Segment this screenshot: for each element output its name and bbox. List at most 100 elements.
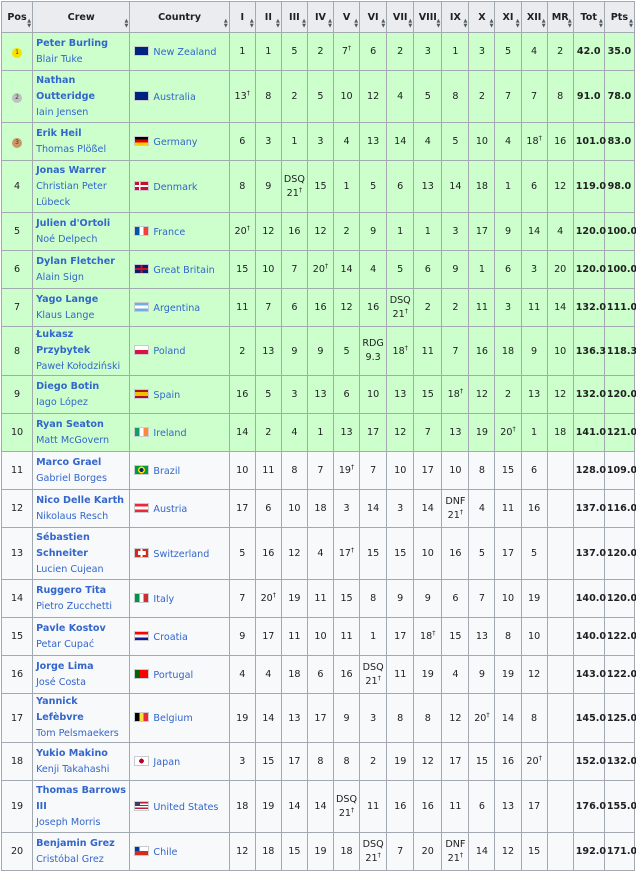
- crew-link[interactable]: Thomas Plößel: [36, 142, 127, 158]
- crew-link[interactable]: Gabriel Borges: [36, 471, 127, 487]
- crew-link[interactable]: Tom Pelsmaekers: [36, 726, 127, 742]
- country-link[interactable]: Spain: [153, 390, 180, 401]
- helmsman-link[interactable]: Łukasz Przybytek: [36, 327, 127, 359]
- helmsman-link[interactable]: Pavle Kostov: [36, 621, 127, 637]
- country-link[interactable]: Japan: [153, 757, 180, 768]
- sort-icon[interactable]: ▲ ▼: [27, 19, 31, 29]
- sort-icon[interactable]: ▲ ▼: [354, 19, 358, 29]
- country-link[interactable]: United States: [153, 802, 218, 813]
- header-race-viii[interactable]: VIII ▲ ▼: [413, 1, 443, 33]
- crew-link[interactable]: José Costa: [36, 675, 127, 691]
- country-link[interactable]: France: [153, 227, 185, 238]
- country-link[interactable]: Great Britain: [153, 265, 214, 276]
- country-link[interactable]: Denmark: [153, 182, 197, 193]
- header-crew[interactable]: Crew ▲ ▼: [32, 1, 131, 33]
- sort-icon[interactable]: ▲ ▼: [250, 19, 254, 29]
- helmsman-link[interactable]: Yago Lange: [36, 292, 127, 308]
- header-race-vi[interactable]: VI ▲ ▼: [359, 1, 388, 33]
- sort-icon[interactable]: ▲ ▼: [516, 19, 520, 29]
- crew-link[interactable]: Matt McGovern: [36, 433, 127, 449]
- total-cell: 140.0: [572, 617, 606, 656]
- header-pts[interactable]: Pts ▲ ▼: [603, 1, 636, 33]
- sort-icon[interactable]: ▲ ▼: [436, 19, 440, 29]
- race-score: 12: [386, 413, 415, 452]
- country-link[interactable]: Argentina: [153, 303, 200, 314]
- helmsman-link[interactable]: Sébastien Schneiter: [36, 530, 127, 562]
- sort-icon[interactable]: ▲ ▼: [125, 19, 129, 29]
- country-link[interactable]: Belgium: [153, 713, 192, 724]
- sort-icon[interactable]: ▲ ▼: [464, 19, 468, 29]
- helmsman-link[interactable]: Nico Delle Karth: [36, 493, 127, 509]
- sort-icon[interactable]: ▲ ▼: [490, 19, 494, 29]
- country-link[interactable]: Chile: [153, 847, 177, 858]
- header-race-i[interactable]: I ▲ ▼: [228, 1, 256, 33]
- country-link[interactable]: New Zealand: [153, 47, 216, 58]
- header-country[interactable]: Country ▲ ▼: [129, 1, 230, 33]
- helmsman-link[interactable]: Yannick Lefèbvre: [36, 694, 127, 726]
- crew-link[interactable]: Pietro Zucchetti: [36, 599, 127, 615]
- helmsman-link[interactable]: Julien d'Ortoli: [36, 216, 127, 232]
- country-link[interactable]: Switzerland: [153, 549, 209, 560]
- header-race-xi[interactable]: XI ▲ ▼: [494, 1, 522, 33]
- sort-icon[interactable]: ▲ ▼: [568, 19, 572, 29]
- country-link[interactable]: Germany: [153, 137, 197, 148]
- race-score: 1: [494, 160, 522, 213]
- sort-icon[interactable]: ▲ ▼: [408, 19, 412, 29]
- header-tot[interactable]: Tot ▲ ▼: [572, 1, 605, 33]
- header-race-ix[interactable]: IX ▲ ▼: [441, 1, 470, 33]
- crew-link[interactable]: Iain Jensen: [36, 105, 127, 121]
- country-link[interactable]: Italy: [153, 594, 174, 605]
- header-race-mr[interactable]: MR ▲ ▼: [546, 1, 574, 33]
- helmsman-link[interactable]: Benjamin Grez: [36, 836, 127, 852]
- sort-icon[interactable]: ▲ ▼: [224, 19, 228, 29]
- helmsman-link[interactable]: Jorge Lima: [36, 659, 127, 675]
- header-race-x[interactable]: X ▲ ▼: [468, 1, 496, 33]
- crew-link[interactable]: Noé Delpech: [36, 232, 127, 248]
- helmsman-link[interactable]: Nathan Outteridge: [36, 73, 127, 105]
- sort-icon[interactable]: ▲ ▼: [276, 19, 280, 29]
- sort-icon[interactable]: ▲ ▼: [629, 19, 633, 29]
- country-link[interactable]: Poland: [153, 346, 185, 357]
- country-link[interactable]: Brazil: [153, 466, 180, 477]
- helmsman-link[interactable]: Yukio Makino: [36, 746, 127, 762]
- country-link[interactable]: Australia: [153, 92, 195, 103]
- crew-link[interactable]: Klaus Lange: [36, 308, 127, 324]
- country-link[interactable]: Croatia: [153, 632, 188, 643]
- helmsman-link[interactable]: Ruggero Tita: [36, 583, 127, 599]
- sort-icon[interactable]: ▲ ▼: [328, 19, 332, 29]
- crew-link[interactable]: Blair Tuke: [36, 52, 127, 68]
- header-pos[interactable]: Pos ▲ ▼: [0, 1, 34, 33]
- flag-us-icon: [134, 800, 150, 811]
- crew-link[interactable]: Joseph Morris: [36, 815, 127, 831]
- header-race-iv[interactable]: IV ▲ ▼: [306, 1, 335, 33]
- helmsman-link[interactable]: Marco Grael: [36, 455, 127, 471]
- crew-link[interactable]: Iago López: [36, 395, 127, 411]
- helmsman-link[interactable]: Peter Burling: [36, 36, 127, 52]
- helmsman-link[interactable]: Dylan Fletcher: [36, 254, 127, 270]
- crew-link[interactable]: Nikolaus Resch: [36, 509, 127, 525]
- crew-link[interactable]: Lucien Cujean: [36, 562, 127, 578]
- header-race-xii[interactable]: XII ▲ ▼: [520, 1, 548, 33]
- helmsman-link[interactable]: Jonas Warrer: [36, 163, 127, 179]
- crew-link[interactable]: Christian Peter Lübeck: [36, 179, 127, 211]
- helmsman-link[interactable]: Thomas Barrows III: [36, 783, 127, 815]
- crew-link[interactable]: Petar Cupać: [36, 637, 127, 653]
- sort-icon[interactable]: ▲ ▼: [599, 19, 603, 29]
- country-link[interactable]: Portugal: [153, 670, 193, 681]
- helmsman-link[interactable]: Erik Heil: [36, 126, 127, 142]
- sort-icon[interactable]: ▲ ▼: [542, 19, 546, 29]
- sort-icon[interactable]: ▲ ▼: [381, 19, 385, 29]
- header-race-ii[interactable]: II ▲ ▼: [254, 1, 282, 33]
- header-race-iii[interactable]: III ▲ ▼: [280, 1, 308, 33]
- crew-link[interactable]: Alain Sign: [36, 270, 127, 286]
- header-race-v[interactable]: V ▲ ▼: [333, 1, 361, 33]
- crew-link[interactable]: Kenji Takahashi: [36, 762, 127, 778]
- crew-link[interactable]: Cristóbal Grez: [36, 852, 127, 868]
- sort-icon[interactable]: ▲ ▼: [302, 19, 306, 29]
- country-link[interactable]: Ireland: [153, 428, 186, 439]
- country-link[interactable]: Austria: [153, 504, 187, 515]
- helmsman-link[interactable]: Ryan Seaton: [36, 417, 127, 433]
- helmsman-link[interactable]: Diego Botin: [36, 379, 127, 395]
- header-race-vii[interactable]: VII ▲ ▼: [386, 1, 415, 33]
- crew-link[interactable]: Paweł Kołodziński: [36, 359, 127, 375]
